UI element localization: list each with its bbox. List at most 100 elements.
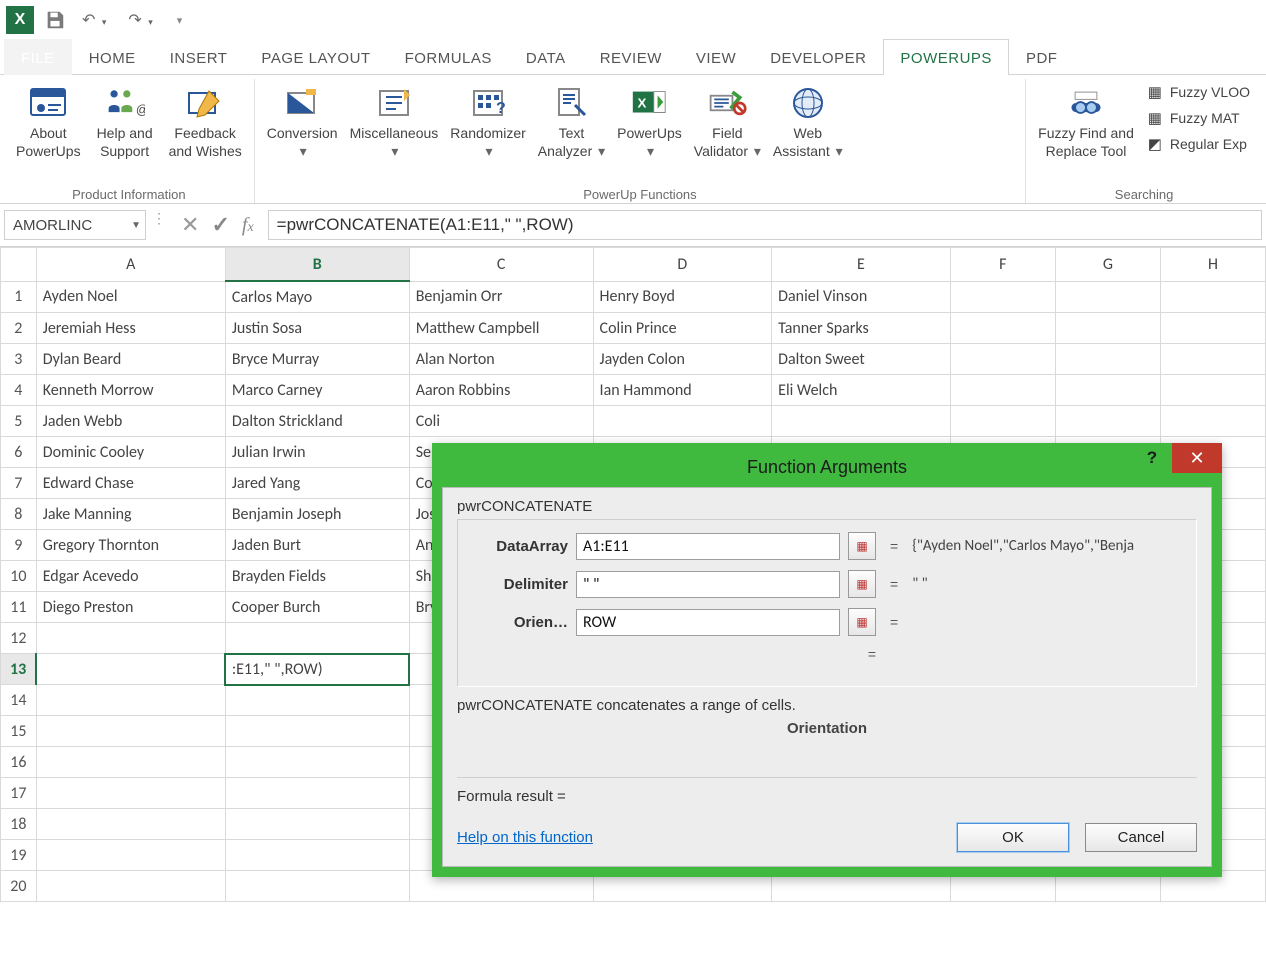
row-header[interactable]: 14 — [1, 685, 37, 716]
cell[interactable]: Jayden Colon — [593, 344, 772, 375]
cell[interactable]: Diego Preston — [36, 592, 225, 623]
row-header[interactable]: 6 — [1, 437, 37, 468]
cell[interactable]: Marco Carney — [225, 375, 409, 406]
cell[interactable] — [36, 871, 225, 902]
row-header[interactable]: 16 — [1, 747, 37, 778]
fuzzy-find-replace-button[interactable]: Fuzzy Find and Replace Tool — [1034, 81, 1138, 161]
column-header[interactable]: B — [225, 248, 409, 282]
undo-button[interactable]: ↶ ▾ — [76, 10, 112, 30]
cell[interactable] — [225, 747, 409, 778]
column-header[interactable]: F — [950, 248, 1055, 282]
cell[interactable] — [1055, 313, 1160, 344]
help-on-function-link[interactable]: Help on this function — [457, 829, 593, 846]
cell[interactable] — [1160, 281, 1265, 313]
cell[interactable]: Jeremiah Hess — [36, 313, 225, 344]
cell[interactable] — [36, 840, 225, 871]
cell[interactable]: Henry Boyd — [593, 281, 772, 313]
cell[interactable]: Gregory Thornton — [36, 530, 225, 561]
fuzzy-vlookup-button[interactable]: ▦ Fuzzy VLOO — [1142, 81, 1254, 103]
cell[interactable] — [1160, 313, 1265, 344]
cell[interactable]: Bryce Murray — [225, 344, 409, 375]
row-header[interactable]: 10 — [1, 561, 37, 592]
cell[interactable] — [36, 623, 225, 654]
tab-insert[interactable]: INSERT — [153, 39, 245, 75]
web-assistant-button[interactable]: Web Assistant ▾ — [769, 81, 847, 161]
cell[interactable]: Coli — [409, 406, 593, 437]
randomizer-button[interactable]: ? Randomizer ▾ — [446, 81, 529, 161]
cancel-button[interactable]: Cancel — [1085, 823, 1197, 852]
name-box[interactable]: AMORLINC ▼ — [4, 210, 146, 240]
row-header[interactable]: 1 — [1, 281, 37, 313]
cell[interactable]: Tanner Sparks — [772, 313, 951, 344]
cell[interactable]: Cooper Burch — [225, 592, 409, 623]
conversion-button[interactable]: Conversion ▾ — [263, 81, 342, 161]
row-header[interactable]: 15 — [1, 716, 37, 747]
cell[interactable]: Dylan Beard — [36, 344, 225, 375]
arg-input-delimiter[interactable] — [576, 571, 840, 598]
row-header[interactable]: 7 — [1, 468, 37, 499]
cell[interactable] — [1160, 375, 1265, 406]
redo-button[interactable]: ↷ ▾ — [122, 10, 158, 30]
row-header[interactable]: 4 — [1, 375, 37, 406]
cell[interactable]: Dalton Strickland — [225, 406, 409, 437]
dialog-close-button[interactable]: ✕ — [1172, 443, 1222, 473]
row-header[interactable]: 11 — [1, 592, 37, 623]
enter-formula-button[interactable]: ✓ — [211, 212, 229, 238]
cell[interactable]: Brayden Fields — [225, 561, 409, 592]
cell[interactable]: Kenneth Morrow — [36, 375, 225, 406]
row-header[interactable]: 19 — [1, 840, 37, 871]
cell[interactable]: Alan Norton — [409, 344, 593, 375]
cell[interactable] — [1055, 344, 1160, 375]
tab-file[interactable]: FILE — [4, 39, 72, 75]
column-header[interactable]: H — [1160, 248, 1265, 282]
feedback-wishes-button[interactable]: Feedback and Wishes — [165, 81, 246, 161]
cell[interactable]: :E11," ",ROW) — [225, 654, 409, 685]
save-button[interactable] — [44, 9, 66, 31]
cell[interactable] — [225, 685, 409, 716]
cell[interactable]: Aaron Robbins — [409, 375, 593, 406]
cell[interactable] — [225, 809, 409, 840]
row-header[interactable]: 2 — [1, 313, 37, 344]
column-header[interactable]: G — [1055, 248, 1160, 282]
cell[interactable] — [950, 313, 1055, 344]
row-header[interactable]: 13 — [1, 654, 37, 685]
fuzzy-match-button[interactable]: ▦ Fuzzy MAT — [1142, 107, 1254, 129]
tab-review[interactable]: REVIEW — [583, 39, 679, 75]
cell[interactable]: Ian Hammond — [593, 375, 772, 406]
row-header[interactable]: 20 — [1, 871, 37, 902]
cell[interactable] — [36, 747, 225, 778]
cell[interactable] — [1055, 375, 1160, 406]
regular-expression-button[interactable]: ◩ Regular Exp — [1142, 133, 1254, 155]
arg-input-orientation[interactable] — [576, 609, 840, 636]
tab-formulas[interactable]: FORMULAS — [388, 39, 509, 75]
cell[interactable] — [225, 716, 409, 747]
cell[interactable]: Ayden Noel — [36, 281, 225, 313]
cell[interactable] — [36, 778, 225, 809]
cell[interactable] — [1055, 281, 1160, 313]
cell[interactable]: Jake Manning — [36, 499, 225, 530]
cell[interactable]: Justin Sosa — [225, 313, 409, 344]
cell[interactable] — [772, 406, 951, 437]
row-header[interactable]: 9 — [1, 530, 37, 561]
cell[interactable] — [593, 406, 772, 437]
column-header[interactable]: A — [36, 248, 225, 282]
cell[interactable]: Jaden Webb — [36, 406, 225, 437]
cell[interactable]: Jaden Burt — [225, 530, 409, 561]
cell[interactable] — [950, 281, 1055, 313]
cell[interactable] — [225, 840, 409, 871]
cell[interactable]: Benjamin Joseph — [225, 499, 409, 530]
about-powerups-button[interactable]: About PowerUps — [12, 81, 85, 161]
row-header[interactable]: 18 — [1, 809, 37, 840]
arg-input-dataarray[interactable] — [576, 533, 840, 560]
miscellaneous-button[interactable]: Miscellaneous ▾ — [346, 81, 443, 161]
cell[interactable] — [225, 623, 409, 654]
help-support-button[interactable]: @ Help and Support — [89, 81, 161, 161]
dialog-help-button[interactable]: ? — [1132, 443, 1172, 473]
tab-view[interactable]: VIEW — [679, 39, 753, 75]
row-header[interactable]: 8 — [1, 499, 37, 530]
cell[interactable] — [950, 375, 1055, 406]
tab-developer[interactable]: DEVELOPER — [753, 39, 883, 75]
cell[interactable] — [36, 654, 225, 685]
cell[interactable]: Dalton Sweet — [772, 344, 951, 375]
cell[interactable] — [36, 685, 225, 716]
